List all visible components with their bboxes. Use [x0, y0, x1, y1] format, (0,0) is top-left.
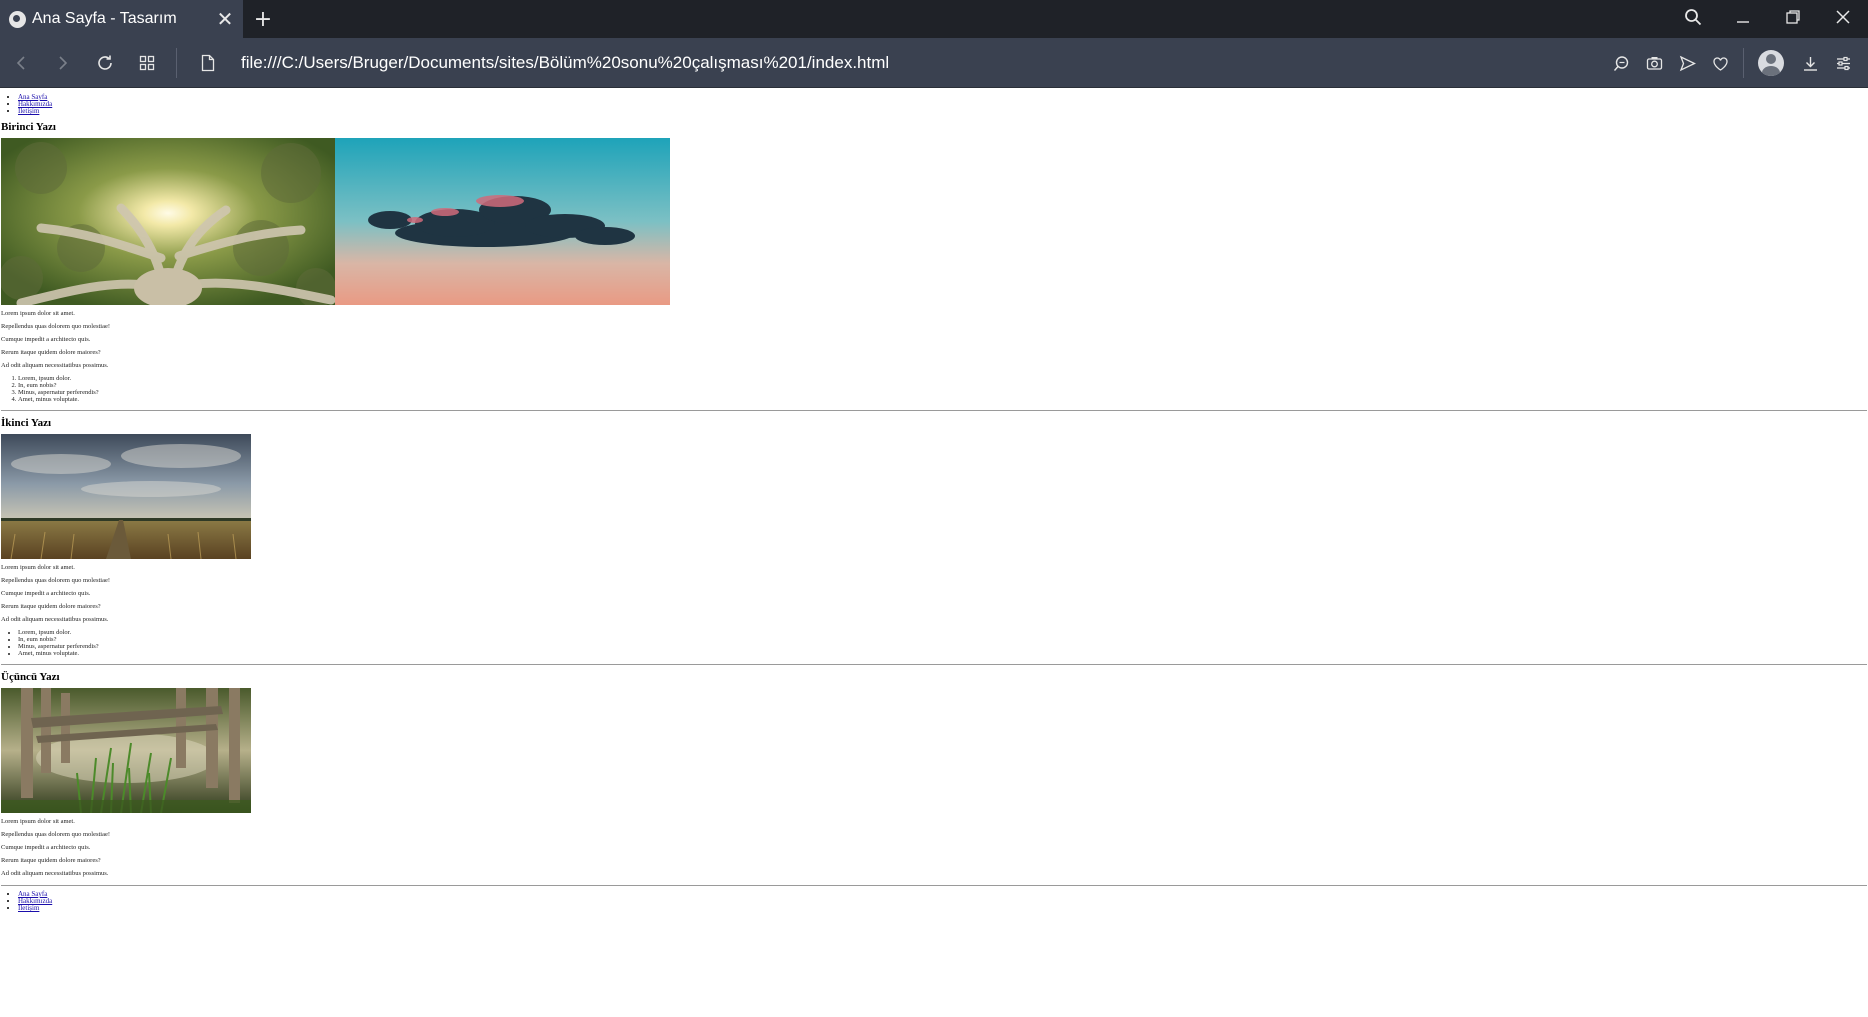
- post-title-3: Üçüncü Yazı: [1, 671, 60, 683]
- close-tab-icon[interactable]: ✕: [207, 7, 243, 32]
- post-2-paragraph: Cumque impedit a architecto quis.: [1, 590, 91, 597]
- forward-arrow-icon[interactable]: [42, 38, 84, 88]
- profile-avatar-icon[interactable]: [1758, 50, 1784, 76]
- url-field[interactable]: file:///C:/Users/Bruger/Documents/sites/…: [241, 53, 889, 73]
- post-1-paragraph: Repellendus quas dolorem quo molestiae!: [1, 323, 111, 330]
- heart-icon[interactable]: [1704, 38, 1737, 88]
- post-1-paragraph: Lorem ipsum dolor sit amet.: [1, 310, 75, 317]
- post-2-paragraph: Repellendus quas dolorem quo molestiae!: [1, 577, 111, 584]
- active-tab[interactable]: Ana Sayfa - Tasarım ✕: [0, 0, 243, 38]
- nav-item: İletişim: [18, 905, 1868, 912]
- post-2-bullet-list: Lorem, ipsum dolor. In, eum nobis? Minus…: [0, 629, 1868, 657]
- send-icon[interactable]: [1671, 38, 1704, 88]
- address-bar: file:///C:/Users/Bruger/Documents/sites/…: [0, 38, 1868, 88]
- minimize-icon[interactable]: [1718, 9, 1768, 30]
- page-viewport: Ana Sayfa Hakkımızda İletişim Birinci Ya…: [0, 89, 1868, 1017]
- globe-icon: [9, 10, 26, 28]
- tab-bar: Ana Sayfa - Tasarım ✕ +: [0, 0, 1868, 38]
- tree-photo: [1, 138, 335, 305]
- nav-link-contact[interactable]: İletişim: [18, 107, 39, 115]
- list-item: In, eum nobis?: [18, 636, 1868, 643]
- nav-item: Ana Sayfa: [18, 891, 1868, 898]
- post-2-paragraph: Rerum itaque quidem dolore maiores?: [1, 603, 101, 610]
- window-controls: [1668, 0, 1868, 38]
- post-1-ordered-list: Lorem, ipsum dolor. In, eum nobis? Minus…: [0, 375, 1868, 403]
- nav-item: Hakkımızda: [18, 898, 1868, 905]
- post-3-paragraph: Cumque impedit a architecto quis.: [1, 844, 91, 851]
- post-3-paragraph: Ad odit aliquam necessitatibus possimus.: [1, 870, 109, 877]
- section-divider: [1, 410, 1867, 411]
- list-item: Lorem, ipsum dolor.: [18, 375, 1868, 382]
- nav-item: Ana Sayfa: [18, 94, 1868, 101]
- list-item: Amet, minus voluptate.: [18, 396, 1868, 403]
- footer-link-contact[interactable]: İletişim: [18, 904, 39, 912]
- toolbar-divider: [1743, 48, 1744, 78]
- nav-divider: [176, 47, 177, 78]
- post-3-images: [1, 688, 1868, 813]
- nav-item: Hakkımızda: [18, 101, 1868, 108]
- post-1-paragraph: Ad odit aliquam necessitatibus possimus.: [1, 362, 109, 369]
- camera-icon[interactable]: [1638, 38, 1671, 88]
- restore-icon[interactable]: [1768, 9, 1818, 30]
- top-nav-menu: Ana Sayfa Hakkımızda İletişim: [0, 94, 1868, 115]
- download-icon[interactable]: [1794, 38, 1827, 88]
- search-icon[interactable]: [1605, 38, 1638, 88]
- close-window-icon[interactable]: [1818, 9, 1868, 30]
- list-item: Amet, minus voluptate.: [18, 650, 1868, 657]
- section-divider: [1, 885, 1867, 886]
- post-3-paragraph: Repellendus quas dolorem quo molestiae!: [1, 831, 111, 838]
- pier-photo: [1, 688, 251, 813]
- post-3-paragraph: Lorem ipsum dolor sit amet.: [1, 818, 75, 825]
- list-item: Minus, aspernatur perferendis?: [18, 643, 1868, 650]
- post-3-paragraph: Rerum itaque quidem dolore maiores?: [1, 857, 101, 864]
- toolbar-actions: [1605, 38, 1860, 88]
- post-1-paragraph: Cumque impedit a architecto quis.: [1, 336, 91, 343]
- settings-sliders-icon[interactable]: [1827, 38, 1860, 88]
- search-tabs-icon[interactable]: [1668, 8, 1718, 31]
- post-1-images: [1, 138, 1868, 305]
- footer-nav-menu: Ana Sayfa Hakkımızda İletişim: [0, 891, 1868, 912]
- reload-icon[interactable]: [84, 38, 126, 88]
- tab-title: Ana Sayfa - Tasarım: [32, 10, 177, 27]
- list-item: In, eum nobis?: [18, 382, 1868, 389]
- field-landscape-photo: [1, 434, 251, 559]
- tab-grid-icon[interactable]: [126, 38, 168, 88]
- new-tab-button[interactable]: +: [243, 7, 283, 32]
- list-item: Lorem, ipsum dolor.: [18, 629, 1868, 636]
- post-title-1: Birinci Yazı: [1, 121, 56, 133]
- cloud-sky-photo: [335, 138, 670, 305]
- page-file-icon[interactable]: [187, 38, 229, 88]
- post-2-paragraph: Lorem ipsum dolor sit amet.: [1, 564, 75, 571]
- post-1-paragraph: Rerum itaque quidem dolore maiores?: [1, 349, 101, 356]
- section-divider: [1, 664, 1867, 665]
- post-title-2: İkinci Yazı: [1, 417, 52, 429]
- back-arrow-icon[interactable]: [0, 38, 42, 88]
- post-2-paragraph: Ad odit aliquam necessitatibus possimus.: [1, 616, 109, 623]
- list-item: Minus, aspernatur perferendis?: [18, 389, 1868, 396]
- nav-item: İletişim: [18, 108, 1868, 115]
- post-2-images: [1, 434, 1868, 559]
